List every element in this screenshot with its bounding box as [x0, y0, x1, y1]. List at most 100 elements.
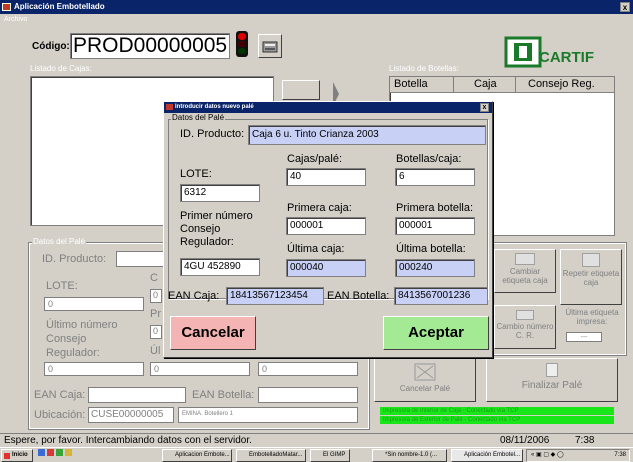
dialog-ultima-caja-field: 000040 [286, 259, 366, 277]
dialog-ultima-botella-label: Última botella: [396, 243, 466, 255]
ean-botella-label-bg: EAN Botella: [192, 389, 255, 401]
cartif-logo-text: CARTIF [539, 49, 594, 66]
col2-label-p: Pr [150, 308, 161, 320]
col2-label-c: C [150, 272, 158, 284]
dialog-botellas-caja-label: Botellas/caja: [396, 153, 462, 165]
codigo-field[interactable]: PROD00000005 [70, 33, 230, 59]
dialog-primera-caja-field[interactable]: 000001 [286, 217, 366, 235]
dialog-primera-botella-field[interactable]: 000001 [395, 217, 475, 235]
calculator-icon [262, 41, 278, 53]
label-icon [515, 253, 535, 265]
cancelar-pale-button[interactable]: Cancelar Palé [374, 358, 476, 402]
lote-label: LOTE: [46, 280, 78, 292]
start-icon [4, 453, 10, 459]
col2-field-3: 0 [150, 362, 250, 376]
dialog-title: Introducir datos nuevo palé [175, 104, 254, 110]
ultima-etiqueta-field: --- [566, 332, 602, 342]
datos-pale-group-label: Datos del Palé [32, 237, 87, 246]
ean-caja-field-bg [88, 387, 186, 403]
listado-botellas-label: Listado de Botellas: [389, 64, 459, 73]
id-producto-field [116, 251, 164, 267]
dialog-title-bar: Introducir datos nuevo palé x [164, 102, 492, 113]
repetir-etiqueta-caja-button[interactable]: Repetir etiqueta caja [560, 249, 622, 305]
dialog-primer-numero-field[interactable]: 4GU 452890 [180, 258, 260, 276]
quicklaunch-icon-3[interactable] [56, 449, 63, 456]
system-tray: « ▣ ▢ ◆ ◯ 7:38 [526, 449, 630, 462]
ultimo-numero-field: 0 [44, 362, 144, 376]
ubicacion-label: Ubicación: [34, 409, 86, 421]
finalizar-pale-button[interactable]: Finalizar Palé [486, 358, 618, 402]
nuevo-pale-dialog: Introducir datos nuevo palé x Datos del … [163, 101, 493, 358]
ean-caja-label-bg: EAN Caja: [34, 389, 86, 401]
ubicacion-extra-field: EMINA. Botellero 1 [178, 407, 358, 423]
status-message: Espere, por favor. Intercambiando datos … [4, 435, 252, 446]
dialog-cajas-pale-label: Cajas/palé: [287, 153, 343, 165]
dialog-cancelar-button[interactable]: Cancelar [170, 316, 256, 350]
column-header-botella[interactable]: Botella [390, 77, 454, 92]
dialog-app-icon [166, 104, 173, 110]
dialog-close-button[interactable]: x [480, 103, 489, 112]
close-button[interactable]: x [620, 2, 630, 12]
status-time: 7:38 [575, 435, 595, 446]
dialog-aceptar-button[interactable]: Aceptar [383, 316, 489, 350]
cambiar-etiqueta-caja-button[interactable]: Cambiar etiqueta caja [494, 249, 556, 293]
menu-archivo[interactable]: Archivo [4, 16, 27, 23]
dialog-id-producto-label: ID. Producto: [180, 128, 245, 140]
ubicacion-field: CUSE00000005 [88, 407, 174, 423]
dialog-group-label: Datos del Palé [171, 113, 226, 122]
taskbar-item-5[interactable]: Aplicación Embotel... [451, 449, 523, 462]
codigo-label: Código: [32, 41, 70, 52]
window-title-bar: Aplicación Embotellado x [0, 0, 633, 14]
col3-field: 0 [258, 362, 358, 376]
dialog-ultima-botella-field: 000240 [395, 259, 475, 277]
app-icon [2, 3, 11, 11]
id-producto-label: ID. Producto: [42, 253, 107, 265]
taskbar-item-3[interactable]: El GIMP [310, 449, 350, 462]
quick-launch [36, 449, 78, 462]
cr-icon [516, 310, 534, 320]
listado-cajas-label: Listado de Cajas: [30, 64, 92, 73]
quicklaunch-icon-1[interactable] [38, 449, 45, 456]
taskbar-item-1[interactable]: Aplicacion Embote... [162, 449, 232, 462]
column-header-consejo[interactable]: Consejo Reg. [516, 77, 614, 92]
ultimo-numero-label: Último número Consejo Regulador: [46, 319, 118, 359]
tray-clock: 7:38 [614, 452, 626, 458]
taskbar-item-2[interactable]: EmbotelladoMatar... [236, 449, 306, 462]
printer-status-1: Impresora de Interior de Caja - Conectad… [380, 407, 614, 415]
cartif-logo-icon [504, 36, 542, 68]
dialog-primera-caja-label: Primera caja: [287, 202, 352, 214]
dialog-botellas-caja-field[interactable]: 6 [395, 168, 475, 186]
cancel-pale-icon [414, 363, 436, 381]
status-bar: Espere, por favor. Intercambiando datos … [0, 433, 633, 447]
dialog-ean-botella-field: 8413567001236 [394, 287, 488, 305]
window-title: Aplicación Embotellado [14, 2, 105, 11]
cambio-numero-cr-button[interactable]: Cambio número C. R. [494, 305, 556, 349]
column-header-caja[interactable]: Caja [454, 77, 516, 92]
dialog-primer-numero-label: Primer número Consejo Regulador: [180, 210, 253, 248]
dialog-lote-field[interactable]: 6312 [180, 184, 260, 202]
quicklaunch-icon-4[interactable] [65, 449, 72, 456]
finish-pale-icon [546, 363, 558, 377]
taskbar: Inicio Aplicacion Embote... EmbotelladoM… [0, 447, 633, 462]
dialog-id-producto-field: Caja 6 u. Tinto Crianza 2003 [248, 125, 486, 145]
move-button[interactable] [282, 80, 320, 100]
traffic-light-icon [236, 31, 248, 57]
quicklaunch-icon-2[interactable] [47, 449, 54, 456]
dialog-ean-caja-field: 18413567123454 [226, 287, 324, 305]
start-button[interactable]: Inicio [1, 449, 33, 462]
dialog-cajas-pale-field[interactable]: 40 [286, 168, 366, 186]
tray-icons: « ▣ ▢ ◆ ◯ [531, 452, 564, 458]
lote-field: 0 [44, 297, 144, 311]
dialog-primera-botella-label: Primera botella: [396, 202, 474, 214]
dialog-ean-botella-label: EAN Botella: [327, 290, 390, 302]
printer-status-2: Impresora de Exterior de Palé - Conectad… [380, 416, 614, 424]
cartif-logo: CARTIF [503, 35, 615, 69]
calculator-button[interactable] [258, 34, 282, 58]
dialog-ultima-caja-label: Última caja: [287, 243, 345, 255]
ultima-etiqueta-label: Última etiqueta impresa: [565, 308, 619, 326]
col2-field-2: 0 [150, 325, 162, 339]
taskbar-item-4[interactable]: *Sin nombre-1.0 (... [372, 449, 447, 462]
status-date: 08/11/2006 [500, 435, 550, 446]
ean-botella-field-bg [258, 387, 358, 403]
dialog-lote-label: LOTE: [180, 168, 212, 180]
